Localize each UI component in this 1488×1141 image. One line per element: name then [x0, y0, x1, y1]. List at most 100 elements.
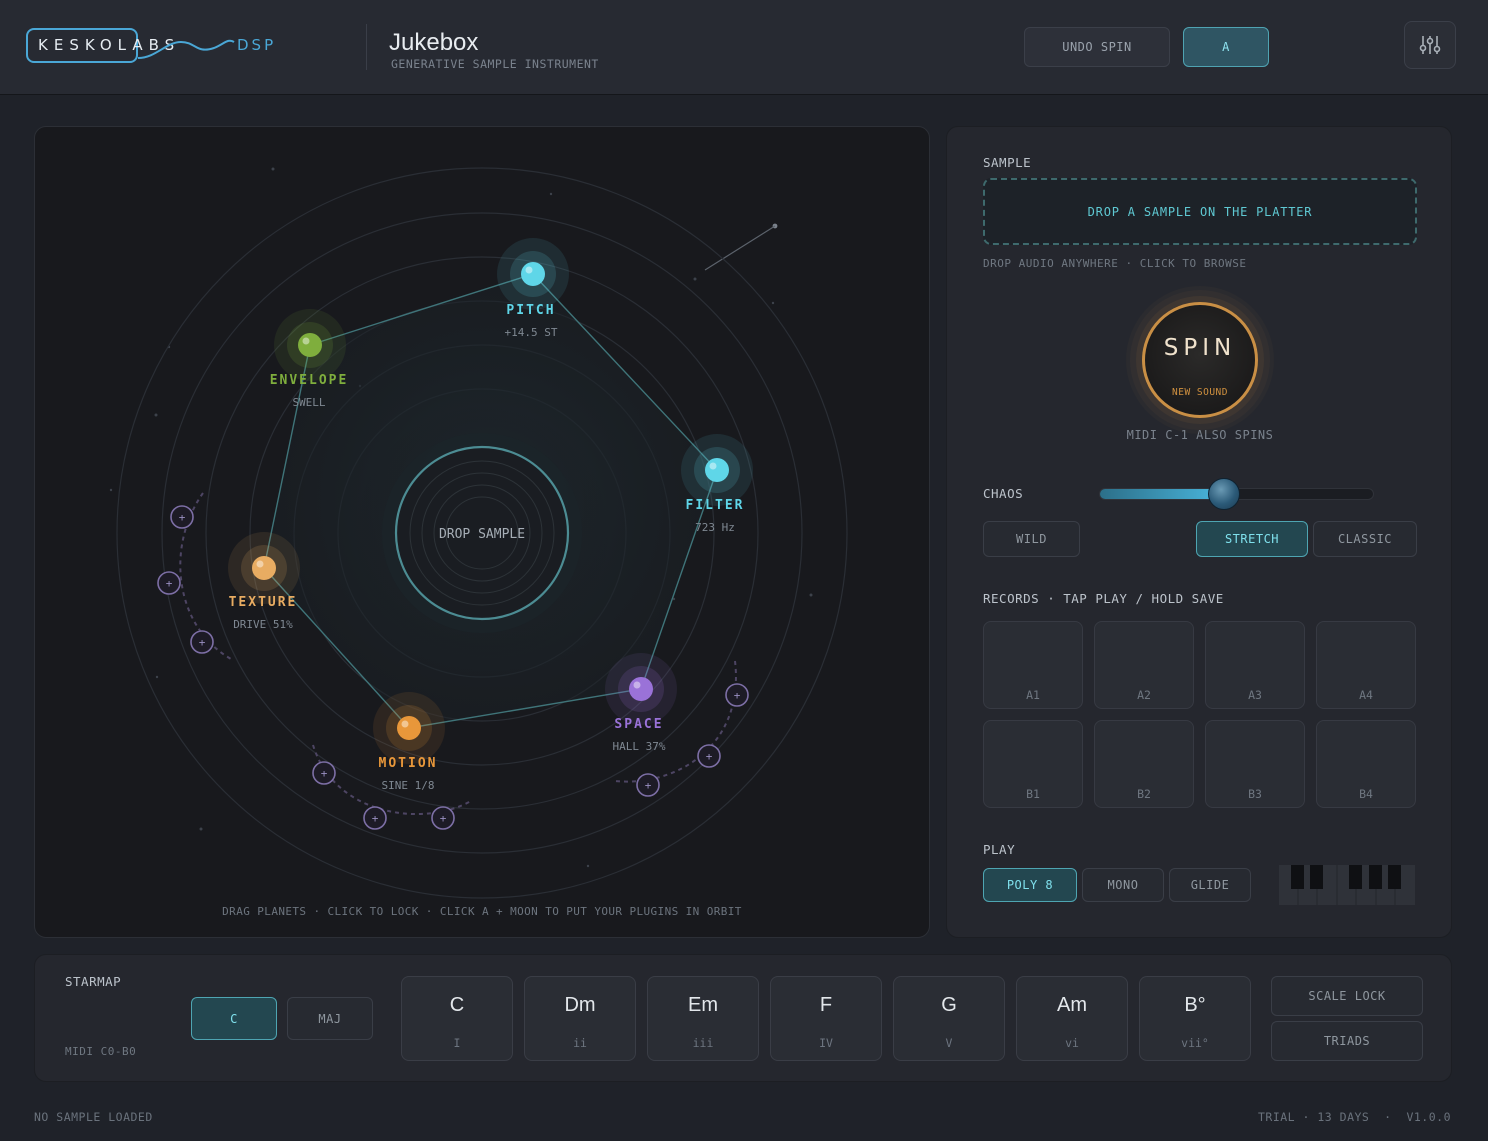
planet-space[interactable] — [629, 677, 653, 701]
drop-hint: DROP AUDIO ANYWHERE · CLICK TO BROWSE — [983, 257, 1247, 270]
planet-label-pitch: PITCH — [506, 303, 555, 318]
license-text: TRIAL · 13 DAYS · V1.0.0 — [1257, 1110, 1451, 1124]
moon-plus-icon: + — [706, 750, 713, 763]
spin-label: SPIN — [1163, 335, 1237, 361]
scale-lock-button[interactable]: SCALE LOCK — [1271, 976, 1423, 1016]
chord-pad[interactable]: B° vii° — [1139, 976, 1251, 1061]
planet-value-motion: SINE 1/8 — [382, 779, 435, 792]
settings-button[interactable] — [1404, 21, 1456, 69]
chaos-label: CHAOS — [983, 486, 1024, 501]
orbit-panel[interactable]: DROP SAMPLE + + + + + + + + + PITCH +14.… — [34, 126, 930, 938]
planet-label-space: SPACE — [614, 717, 663, 732]
record-slot-b1[interactable]: B1 — [983, 720, 1083, 808]
planet-pitch[interactable] — [521, 262, 545, 286]
chord-pad[interactable]: F IV — [770, 976, 882, 1061]
planet-label-motion: MOTION — [379, 756, 438, 771]
mode-wild-button[interactable]: WILD — [983, 521, 1080, 557]
chord-name: G — [941, 994, 957, 1016]
triads-button[interactable]: TRIADS — [1271, 1021, 1423, 1061]
mono-mode-button[interactable]: MONO — [1082, 868, 1164, 902]
scale-select[interactable]: MAJ — [287, 997, 373, 1040]
chord-pad[interactable]: Dm ii — [524, 976, 636, 1061]
planet-shine-space — [633, 681, 641, 689]
spin-button[interactable]: SPIN NEW SOUND — [1142, 302, 1258, 418]
planet-value-filter: 723 Hz — [695, 521, 735, 534]
planet-shine-motion — [401, 720, 409, 728]
planet-shine-filter — [709, 462, 717, 470]
app-title: Jukebox — [389, 29, 479, 56]
record-slot-a3[interactable]: A3 — [1205, 621, 1305, 709]
moon-plus-icon: + — [179, 511, 186, 524]
moon-plus-icon: + — [645, 779, 652, 792]
sample-label: SAMPLE — [983, 155, 1032, 170]
chord-degree: vi — [1065, 1036, 1079, 1050]
chord-degree: I — [453, 1036, 461, 1050]
planet-label-texture: TEXTURE — [229, 595, 298, 610]
record-slot-a2[interactable]: A2 — [1094, 621, 1194, 709]
sample-dropzone[interactable]: DROP A SAMPLE ON THE PLATTER — [983, 178, 1417, 245]
chord-name: Am — [1057, 994, 1087, 1016]
chaos-slider-thumb[interactable] — [1207, 478, 1240, 510]
comet — [704, 225, 776, 271]
orbit-hint: DRAG PLANETS · CLICK TO LOCK · CLICK A +… — [222, 905, 742, 918]
record-slot-b4[interactable]: B4 — [1316, 720, 1416, 808]
poly-mode-button[interactable]: POLY 8 — [983, 868, 1077, 902]
chord-name: Dm — [564, 994, 596, 1016]
starmap-bar: STARMAP MIDI C0-B0 C MAJ C I Dm ii Em iii F IV G… — [34, 954, 1452, 1082]
chord-pad[interactable]: GV — [893, 976, 1005, 1061]
chord-pad[interactable]: Am vi — [1016, 976, 1128, 1061]
moon-plus-icon: + — [321, 767, 328, 780]
chord-name: B° — [1184, 994, 1206, 1016]
spin-sub-label: NEW SOUND — [1172, 387, 1228, 398]
sliders-icon — [1419, 36, 1441, 54]
planet-filter[interactable] — [705, 458, 729, 482]
mode-classic-button[interactable]: CLASSIC — [1313, 521, 1417, 557]
moon-plus-icon: + — [734, 689, 741, 702]
chord-degree: vii° — [1181, 1036, 1209, 1050]
starmap-label: STARMAP — [65, 974, 122, 989]
record-slot-a4[interactable]: A4 — [1316, 621, 1416, 709]
chord-name: F — [819, 994, 833, 1016]
undo-spin-button[interactable]: UNDO SPIN — [1024, 27, 1170, 67]
app-subtitle: GENERATIVE SAMPLE INSTRUMENT — [391, 57, 599, 71]
key-select[interactable]: C — [191, 997, 277, 1040]
planet-label-filter: FILTER — [686, 498, 745, 513]
moon-plus-icon: + — [166, 577, 173, 590]
planet-motion[interactable] — [397, 716, 421, 740]
planet-label-envelope: ENVELOPE — [270, 373, 349, 388]
moon-plus-icon: + — [199, 636, 206, 649]
starmap-midi-range: MIDI C0-B0 — [65, 1045, 137, 1058]
orbit-canvas: DROP SAMPLE + + + + + + + + + PITCH+14.5… — [109, 167, 848, 918]
header-divider — [366, 24, 367, 70]
planet-shine-pitch — [525, 266, 533, 274]
logo-suffix: DSP — [237, 36, 277, 54]
planet-envelope[interactable] — [298, 333, 322, 357]
chaos-slider-fill — [1100, 489, 1224, 499]
chord-degree: iii — [692, 1036, 714, 1050]
chaos-slider[interactable] — [1099, 478, 1374, 510]
records-label: RECORDS · TAP PLAY / HOLD SAVE — [983, 591, 1224, 606]
planet-value-texture: DRIVE 51% — [233, 618, 293, 631]
mode-stretch-button[interactable]: STRETCH — [1196, 521, 1308, 557]
logo-wave-icon — [137, 39, 235, 59]
chord-pad[interactable]: CI — [401, 976, 513, 1061]
record-slot-a1[interactable]: A1 — [983, 621, 1083, 709]
planet-value-space: HALL 37% — [613, 740, 666, 753]
ab-toggle-button[interactable]: A — [1183, 27, 1269, 67]
record-slot-b2[interactable]: B2 — [1094, 720, 1194, 808]
midi-spin-hint: MIDI C-1 ALSO SPINS — [1126, 428, 1274, 442]
platter-label: DROP SAMPLE — [439, 527, 525, 542]
record-slot-b3[interactable]: B3 — [1205, 720, 1305, 808]
chord-pad[interactable]: Em iii — [647, 976, 759, 1061]
planet-value-pitch: +14.5 ST — [505, 326, 558, 339]
chord-degree: IV — [819, 1036, 833, 1050]
chord-name: C — [449, 994, 465, 1016]
glide-mode-button[interactable]: GLIDE — [1169, 868, 1251, 902]
planet-shine-envelope — [302, 337, 310, 345]
moon-plus-icon: + — [440, 812, 447, 825]
planet-texture[interactable] — [252, 556, 276, 580]
chord-degree: ii — [573, 1036, 587, 1050]
planet-value-envelope: SWELL — [292, 396, 325, 409]
moon-plus-icon: + — [372, 812, 379, 825]
mini-keyboard[interactable] — [1279, 865, 1415, 905]
